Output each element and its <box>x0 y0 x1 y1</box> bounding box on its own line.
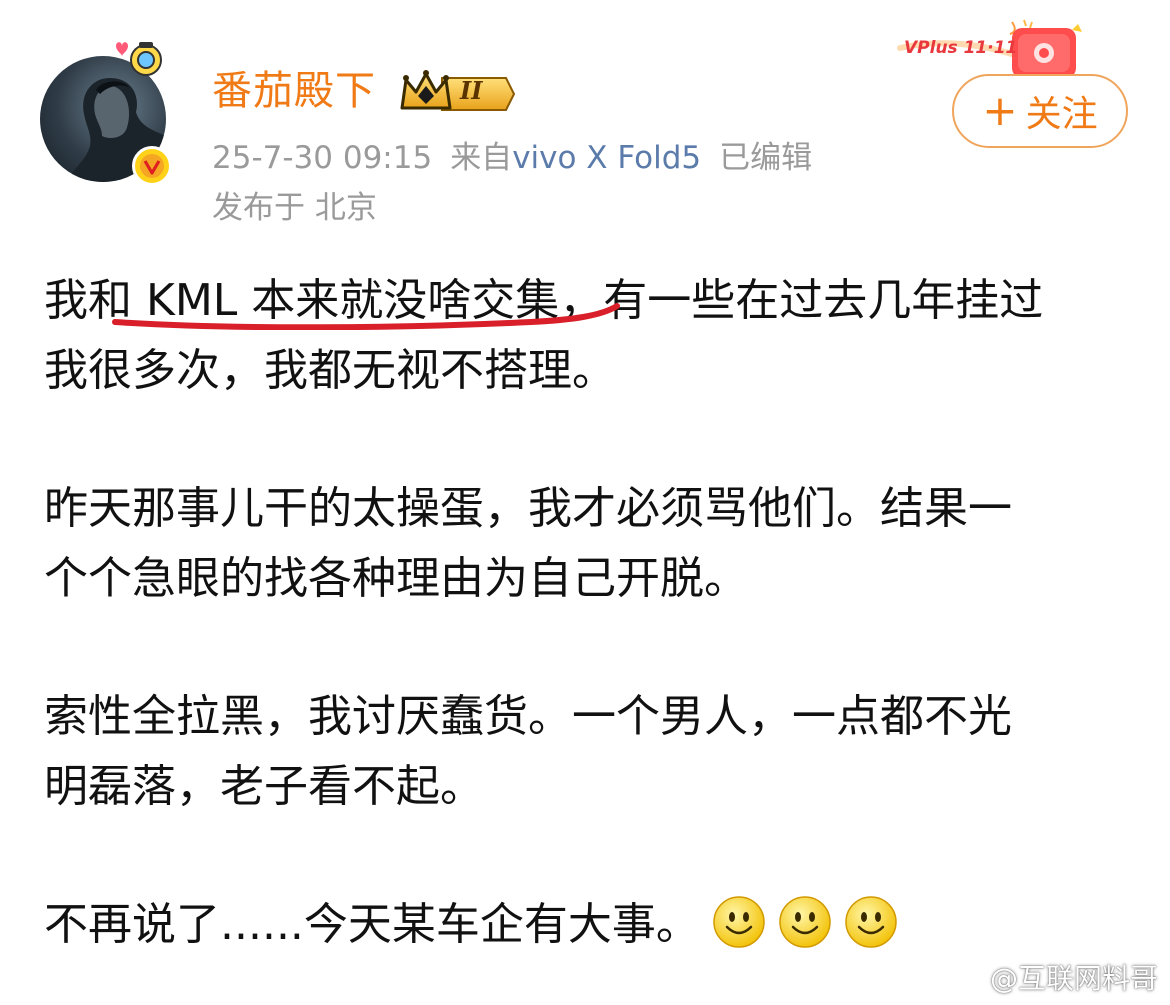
text-line-content: 不再说了......今天某车企有大事。 <box>44 899 700 950</box>
text-line: 不再说了......今天某车企有大事。 <box>44 890 1134 960</box>
follow-label: 关注 <box>1025 94 1098 135</box>
smile-emoji-icon <box>712 895 766 949</box>
level-badge: II <box>460 76 483 105</box>
paragraph: 索性全拉黑，我讨厌蠢货。一个男人，一点都不光 明磊落，老子看不起。 <box>44 682 1134 822</box>
avatar[interactable] <box>40 42 172 186</box>
text-line: 我很多次，我都无视不搭理。 <box>44 345 616 396</box>
paragraph: 我和 KML 本来就没啥交集，有一些在过去几年挂过 我很多次，我都无视不搭理。 <box>44 266 1134 406</box>
follow-button[interactable]: + 关注 <box>952 74 1128 148</box>
watermark-text: @互联网料哥 <box>989 962 1158 995</box>
vplus-text: VPlus 11·11 <box>904 38 1018 58</box>
post-location: 发布于 北京 <box>212 190 377 226</box>
watermark: @互联网料哥 <box>946 957 1158 997</box>
red-underline-annotation <box>112 303 620 330</box>
paragraph: 不再说了......今天某车企有大事。 <box>44 890 1134 960</box>
vplus-promo-banner[interactable]: VPlus 11·11 <box>892 18 1092 78</box>
camera-pendant-icon <box>106 36 166 80</box>
source-device-link[interactable]: vivo X Fold5 <box>512 140 701 176</box>
author-name[interactable]: 番茄殿下 <box>212 66 376 116</box>
post-content: 我和 KML 本来就没啥交集，有一些在过去几年挂过 我很多次，我都无视不搭理。 … <box>44 266 1134 960</box>
source-prefix: 来自 <box>450 140 513 176</box>
text-line: 明磊落，老子看不起。 <box>44 761 484 812</box>
text-line: 索性全拉黑，我讨厌蠢货。一个男人，一点都不光 <box>44 691 1012 742</box>
post-meta: 25-7-30 09:15 来自vivo X Fold5 已编辑 <box>212 136 812 180</box>
smile-emoji-icon <box>778 895 832 949</box>
plus-icon: + <box>982 86 1018 135</box>
text-line: 个个急眼的找各种理由为自己开脱。 <box>44 553 748 604</box>
membership-crown-icon[interactable]: II <box>398 68 516 116</box>
weibo-logo-icon <box>947 965 984 993</box>
edited-label[interactable]: 已编辑 <box>719 140 812 176</box>
verified-v-icon <box>132 146 172 186</box>
smile-emoji-icon <box>844 895 898 949</box>
post-time: 25-7-30 09:15 <box>212 140 433 176</box>
text-line: 昨天那事儿干的太操蛋，我才必须骂他们。结果一 <box>44 483 1012 534</box>
paragraph: 昨天那事儿干的太操蛋，我才必须骂他们。结果一 个个急眼的找各种理由为自己开脱。 <box>44 474 1134 614</box>
